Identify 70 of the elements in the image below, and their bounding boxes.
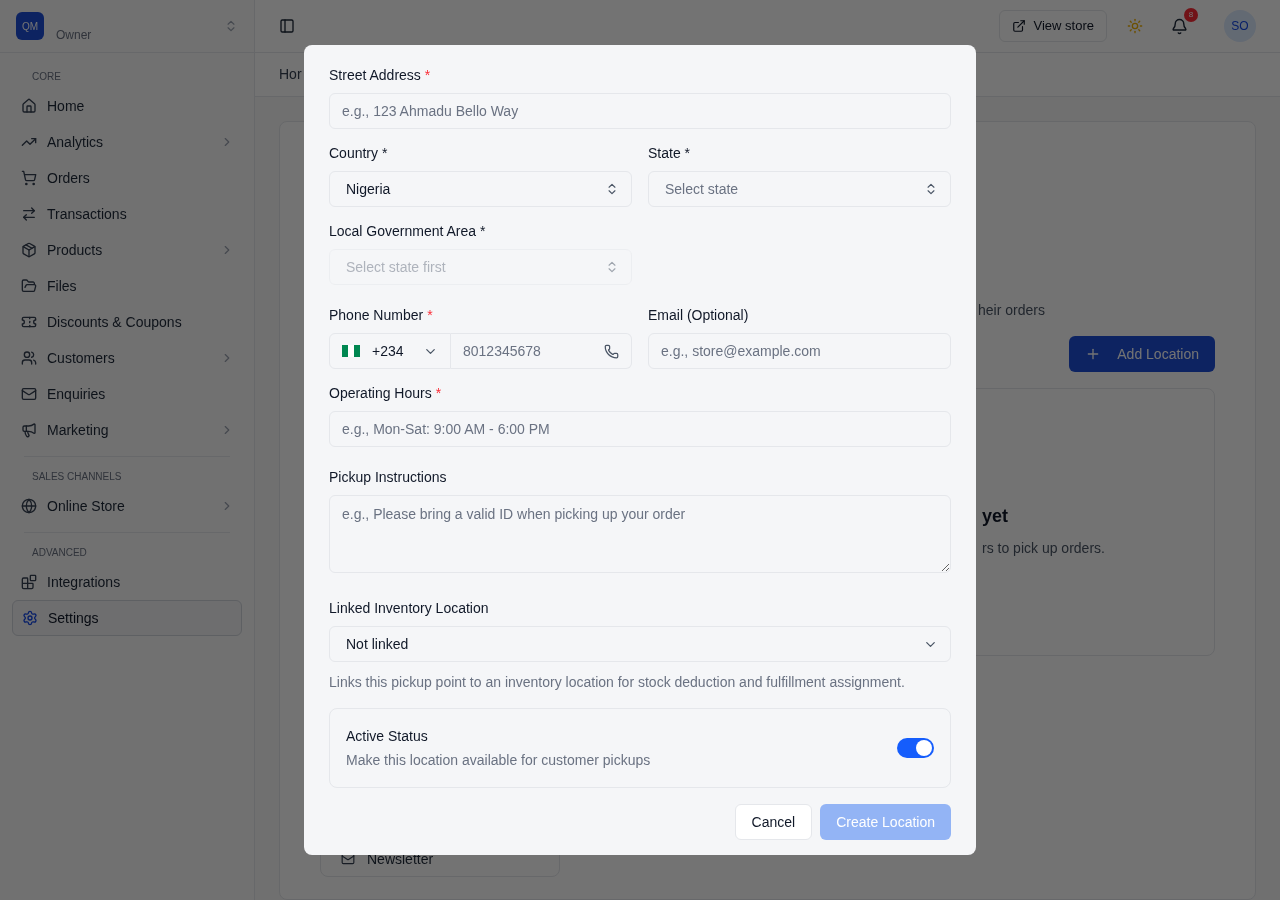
section-heading: ADVANCED [31, 546, 88, 560]
page-subtitle: heir orders [978, 300, 1045, 320]
notifications-icon[interactable] [1171, 17, 1188, 35]
sidebar-item[interactable]: Enquiries [12, 376, 242, 412]
sidebar-item[interactable]: Transactions [12, 196, 242, 232]
required-mark: * [435, 384, 442, 403]
folder-icon [21, 278, 37, 294]
status-title: Active Status [346, 727, 429, 746]
arrows-icon [21, 206, 37, 222]
add-location-button[interactable]: Add Location [1069, 335, 1215, 372]
cancel-button[interactable]: Cancel [734, 804, 813, 840]
country-code-select[interactable]: +234 [329, 333, 451, 369]
sidebar-item[interactable]: Online Store [12, 488, 242, 524]
empty-title: yet [982, 504, 1009, 528]
sidebar-item[interactable]: Products [12, 232, 242, 268]
external-link-icon [1011, 19, 1026, 34]
status-description: Make this location available for customer pickups [346, 751, 652, 770]
sidebar-item[interactable]: Discounts & Coupons [12, 304, 242, 340]
select-field[interactable]: Not linked [329, 626, 951, 662]
field-label: Local Government Area * [329, 222, 486, 241]
field-label: Email (Optional) [648, 306, 749, 325]
sidebar-item[interactable]: Home [12, 88, 242, 124]
sidebar-item[interactable]: Analytics [12, 124, 242, 160]
ticket-icon [21, 314, 37, 330]
instructions-field[interactable]: e.g., Please bring a valid ID when picking up your order [329, 495, 951, 573]
cart-icon [21, 170, 37, 186]
store-logo: QM [16, 12, 44, 40]
field-label: State * [648, 144, 691, 163]
breadcrumb[interactable]: Hor [279, 64, 302, 85]
active-toggle[interactable] [897, 738, 934, 758]
phone-field[interactable]: 8012345678 [451, 333, 632, 369]
sidebar-item[interactable]: Orders [12, 160, 242, 196]
phone-input[interactable]: 8012345678 [451, 334, 604, 368]
globe-icon [21, 498, 37, 514]
select-field[interactable]: Nigeria [329, 171, 632, 207]
field-label: Phone Number [329, 306, 424, 325]
users-icon [21, 350, 37, 366]
field-label: Pickup Instructions [329, 468, 447, 487]
input-field[interactable]: e.g., 123 Ahmadu Bello Way [329, 93, 951, 129]
sidebar-item[interactable]: Integrations [12, 564, 242, 600]
megaphone-icon [21, 422, 37, 438]
input-field[interactable]: e.g., Mon-Sat: 9:00 AM - 6:00 PM [329, 411, 951, 447]
user-avatar[interactable]: SO [1224, 10, 1256, 43]
box-icon [21, 242, 37, 258]
sidebar-item[interactable]: Settings [12, 600, 242, 636]
field-label: Country * [329, 144, 388, 163]
empty-text: rs to pick up orders. [982, 538, 1106, 558]
field-label: Operating Hours [329, 384, 432, 403]
select-field[interactable]: Select state [648, 171, 951, 207]
input-field[interactable]: e.g., store@example.com [648, 333, 951, 369]
field-label: Linked Inventory Location [329, 599, 489, 618]
phone-icon [604, 343, 619, 359]
sidebar-item[interactable]: Marketing [12, 412, 242, 448]
section-heading: SALES CHANNELS [31, 470, 123, 484]
home-icon [21, 98, 37, 114]
store-role: Owner [56, 28, 92, 42]
blocks-icon [21, 574, 37, 590]
section-heading: CORE [31, 70, 62, 84]
settings-icon [22, 610, 38, 626]
help-text: Links this pickup point to an inventory location for stock deduction and fulfillment assignment. [329, 673, 906, 692]
view-store-button[interactable]: View store [998, 10, 1107, 43]
mail-icon [21, 386, 37, 402]
required-mark: * [424, 66, 431, 85]
notification-count: 8 [1184, 7, 1198, 22]
sidebar-toggle-icon[interactable] [279, 18, 295, 35]
required-mark: * [427, 306, 433, 325]
field-label: Street Address [329, 66, 421, 85]
sidebar-item[interactable]: Files [12, 268, 242, 304]
sidebar-item[interactable]: Customers [12, 340, 242, 376]
flag-icon [342, 345, 360, 357]
